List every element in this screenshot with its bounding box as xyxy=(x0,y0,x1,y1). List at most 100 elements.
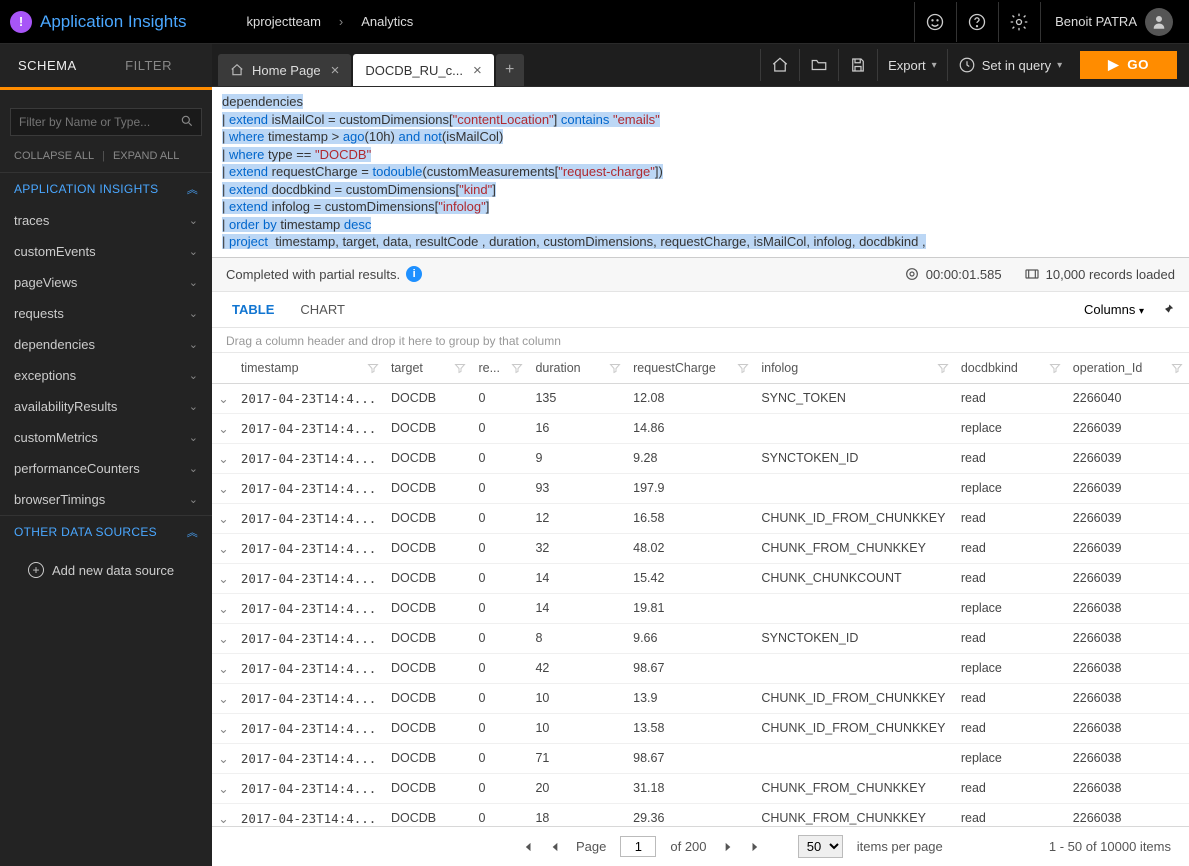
brand[interactable]: ! Application Insights xyxy=(10,11,186,33)
sidebar-item-availabilityResults[interactable]: availabilityResults⌄ xyxy=(0,391,212,422)
page-number-input[interactable] xyxy=(620,836,656,857)
row-expander[interactable]: ⌄ xyxy=(212,533,235,563)
table-row[interactable]: ⌄2017-04-23T14:4...DOCDB013512.08SYNC_TO… xyxy=(212,383,1189,413)
row-expander[interactable]: ⌄ xyxy=(212,743,235,773)
table-row[interactable]: ⌄2017-04-23T14:4...DOCDB01013.9CHUNK_ID_… xyxy=(212,683,1189,713)
table-row[interactable]: ⌄2017-04-23T14:4...DOCDB01216.58CHUNK_ID… xyxy=(212,503,1189,533)
row-expander[interactable]: ⌄ xyxy=(212,623,235,653)
feedback-button[interactable] xyxy=(914,2,954,42)
cell: 12 xyxy=(529,503,627,533)
cell: DOCDB xyxy=(385,713,473,743)
cell: 0 xyxy=(472,713,529,743)
pin-icon[interactable] xyxy=(1160,302,1175,317)
export-button[interactable]: Export ▾ xyxy=(877,49,947,81)
table-view-tab[interactable]: TABLE xyxy=(226,302,274,317)
go-button[interactable]: ▶ GO xyxy=(1080,51,1177,79)
column-header-duration[interactable]: duration xyxy=(529,353,627,384)
sidebar-item-dependencies[interactable]: dependencies⌄ xyxy=(0,329,212,360)
columns-button[interactable]: Columns ▾ xyxy=(1084,302,1144,317)
home-icon xyxy=(771,56,789,74)
help-button[interactable] xyxy=(956,2,996,42)
table-row[interactable]: ⌄2017-04-23T14:4...DOCDB01419.81replace2… xyxy=(212,593,1189,623)
column-header-requestCharge[interactable]: requestCharge xyxy=(627,353,755,384)
add-data-source-button[interactable]: + Add new data source xyxy=(0,548,212,592)
table-row[interactable]: ⌄2017-04-23T14:4...DOCDB02031.18CHUNK_FR… xyxy=(212,773,1189,803)
sidebar-item-performanceCounters[interactable]: performanceCounters⌄ xyxy=(0,453,212,484)
cell: SYNCTOKEN_ID xyxy=(755,443,955,473)
collapse-all-button[interactable]: COLLAPSE ALL xyxy=(14,150,94,162)
expand-all-button[interactable]: EXPAND ALL xyxy=(113,150,179,162)
column-header-timestamp[interactable]: timestamp xyxy=(235,353,385,384)
table-row[interactable]: ⌄2017-04-23T14:4...DOCDB04298.67replace2… xyxy=(212,653,1189,683)
table-row[interactable]: ⌄2017-04-23T14:4...DOCDB01614.86replace2… xyxy=(212,413,1189,443)
cell: 0 xyxy=(472,503,529,533)
group-by-hint[interactable]: Drag a column header and drop it here to… xyxy=(212,328,1189,353)
section-other-sources[interactable]: OTHER DATA SOURCES ︽ xyxy=(0,515,212,548)
open-button[interactable] xyxy=(799,49,838,81)
table-row[interactable]: ⌄2017-04-23T14:4...DOCDB01013.58CHUNK_ID… xyxy=(212,713,1189,743)
close-icon[interactable]: × xyxy=(471,62,484,79)
save-button[interactable] xyxy=(838,49,877,81)
tab-query[interactable]: DOCDB_RU_c... × xyxy=(353,54,493,86)
table-row[interactable]: ⌄2017-04-23T14:4...DOCDB01829.36CHUNK_FR… xyxy=(212,803,1189,826)
row-expander[interactable]: ⌄ xyxy=(212,383,235,413)
sidebar-item-exceptions[interactable]: exceptions⌄ xyxy=(0,360,212,391)
page-size-select[interactable]: 50 xyxy=(798,835,843,858)
table-row[interactable]: ⌄2017-04-23T14:4...DOCDB089.66SYNCTOKEN_… xyxy=(212,623,1189,653)
row-expander[interactable]: ⌄ xyxy=(212,803,235,826)
sidebar-item-customMetrics[interactable]: customMetrics⌄ xyxy=(0,422,212,453)
section-application-insights[interactable]: APPLICATION INSIGHTS ︽ xyxy=(0,172,212,205)
column-header-infolog[interactable]: infolog xyxy=(755,353,955,384)
table-row[interactable]: ⌄2017-04-23T14:4...DOCDB07198.67replace2… xyxy=(212,743,1189,773)
set-in-query-button[interactable]: Set in query ▾ xyxy=(947,49,1072,81)
row-expander[interactable]: ⌄ xyxy=(212,713,235,743)
page-last-icon[interactable] xyxy=(749,840,763,854)
schema-search-input[interactable] xyxy=(10,108,202,136)
table-row[interactable]: ⌄2017-04-23T14:4...DOCDB01415.42CHUNK_CH… xyxy=(212,563,1189,593)
row-expander[interactable]: ⌄ xyxy=(212,773,235,803)
chevron-down-icon: ⌄ xyxy=(189,462,198,475)
page-first-icon[interactable] xyxy=(520,840,534,854)
column-header-docdbkind[interactable]: docdbkind xyxy=(955,353,1067,384)
tab-home[interactable]: Home Page × xyxy=(218,54,351,86)
row-expander[interactable]: ⌄ xyxy=(212,683,235,713)
avatar xyxy=(1145,8,1173,36)
row-expander[interactable]: ⌄ xyxy=(212,503,235,533)
sidebar-item-requests[interactable]: requests⌄ xyxy=(0,298,212,329)
cell: 0 xyxy=(472,773,529,803)
sidebar-item-pageViews[interactable]: pageViews⌄ xyxy=(0,267,212,298)
query-editor[interactable]: dependencies| extend isMailCol = customD… xyxy=(212,87,1189,258)
cell: 14 xyxy=(529,563,627,593)
row-expander[interactable]: ⌄ xyxy=(212,653,235,683)
row-expander[interactable]: ⌄ xyxy=(212,413,235,443)
page-next-icon[interactable] xyxy=(721,840,735,854)
tab-add[interactable]: + xyxy=(496,54,524,86)
cell: 0 xyxy=(472,803,529,826)
sidebar-tab-filter[interactable]: FILTER xyxy=(107,44,212,87)
breadcrumb-team[interactable]: kprojectteam xyxy=(246,14,320,29)
column-header-operation_Id[interactable]: operation_Id xyxy=(1067,353,1189,384)
row-expander[interactable]: ⌄ xyxy=(212,473,235,503)
table-row[interactable]: ⌄2017-04-23T14:4...DOCDB03248.02CHUNK_FR… xyxy=(212,533,1189,563)
column-header-target[interactable]: target xyxy=(385,353,473,384)
row-expander[interactable]: ⌄ xyxy=(212,563,235,593)
sidebar-item-customEvents[interactable]: customEvents⌄ xyxy=(0,236,212,267)
column-header-re...[interactable]: re... xyxy=(472,353,529,384)
table-row[interactable]: ⌄2017-04-23T14:4...DOCDB093197.9replace2… xyxy=(212,473,1189,503)
info-icon[interactable]: i xyxy=(406,266,422,282)
row-expander[interactable]: ⌄ xyxy=(212,443,235,473)
row-expander[interactable]: ⌄ xyxy=(212,593,235,623)
home-button[interactable] xyxy=(760,49,799,81)
sidebar-item-browserTimings[interactable]: browserTimings⌄ xyxy=(0,484,212,515)
breadcrumb-page[interactable]: Analytics xyxy=(361,14,413,29)
table-row[interactable]: ⌄2017-04-23T14:4...DOCDB099.28SYNCTOKEN_… xyxy=(212,443,1189,473)
cell xyxy=(755,413,955,443)
page-prev-icon[interactable] xyxy=(548,840,562,854)
sidebar-item-traces[interactable]: traces⌄ xyxy=(0,205,212,236)
user-menu[interactable]: Benoit PATRA xyxy=(1040,2,1179,42)
sidebar-tab-schema[interactable]: SCHEMA xyxy=(0,44,95,87)
chart-view-tab[interactable]: CHART xyxy=(294,302,345,317)
close-icon[interactable]: × xyxy=(329,62,342,79)
settings-button[interactable] xyxy=(998,2,1038,42)
smiley-icon xyxy=(925,12,945,32)
